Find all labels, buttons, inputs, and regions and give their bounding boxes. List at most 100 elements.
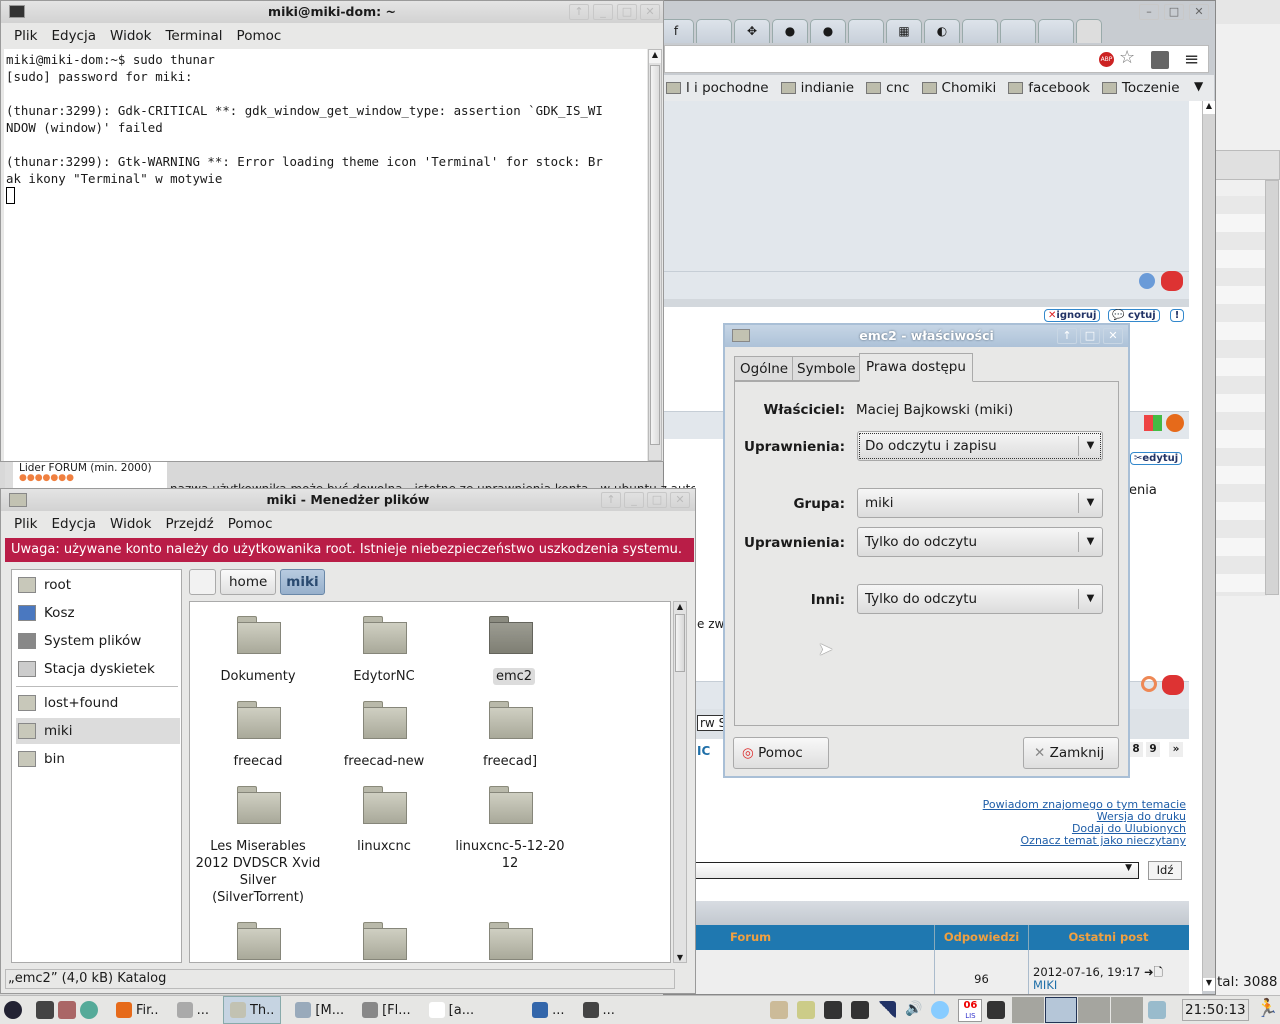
maximize-button[interactable]: □ [617, 4, 637, 20]
folder-icon[interactable] [237, 786, 281, 824]
sidebar-item-system-plik-w[interactable]: System plików [16, 628, 180, 654]
go-button[interactable]: Idź [1148, 861, 1182, 880]
file-item-label[interactable]: freecad [195, 753, 321, 770]
network-tool-icon[interactable] [58, 1001, 76, 1019]
folder-icon[interactable] [237, 616, 281, 654]
folder-icon[interactable] [237, 922, 281, 960]
adblock-icon[interactable]: ABP [1099, 52, 1114, 67]
tux-f-icon[interactable] [824, 1001, 842, 1019]
browser-tab[interactable]: ● [772, 19, 808, 43]
taskbar-task[interactable]: Th.. [222, 996, 282, 1024]
terminal-scrollbar[interactable]: ▲ [648, 49, 662, 461]
folder-icon[interactable] [489, 786, 533, 824]
quote-button[interactable]: 💬 cytuj [1108, 309, 1160, 322]
weather-icon[interactable] [931, 1001, 950, 1019]
tab-permissions[interactable]: Prawa dostępu [859, 353, 973, 382]
file-view[interactable]: Dokumenty EdytorNC emc2 freecad freecad-new f… [189, 601, 671, 963]
menu-pomoc[interactable]: Pomoc [230, 24, 289, 48]
sidebar-item-miki[interactable]: miki [16, 718, 180, 744]
bookmark-item[interactable]: Chomiki [921, 75, 996, 101]
folder-icon[interactable] [363, 786, 407, 824]
sidebar-item-kosz[interactable]: Kosz [16, 600, 180, 626]
calendar-icon[interactable]: 06 LIS [958, 998, 983, 1022]
archive-icon[interactable] [770, 1001, 788, 1019]
bookmark-item[interactable]: cnc [866, 75, 910, 101]
topic-action-link[interactable]: Oznacz temat jako nieczytany [914, 835, 1186, 847]
browser-tab[interactable] [848, 19, 884, 43]
browser-tab[interactable]: ◐ [924, 19, 960, 43]
bookmark-item[interactable]: l i pochodne [666, 75, 769, 101]
folder-icon[interactable] [489, 922, 533, 960]
file-view-scrollbar[interactable]: ▲ ▼ [673, 601, 687, 963]
shade-button[interactable]: ↑ [569, 4, 589, 20]
maximize-button[interactable]: □ [1164, 4, 1184, 20]
file-item-label[interactable]: linuxcnc [321, 838, 447, 855]
ignore-button[interactable]: ✕ignoruj [1044, 309, 1101, 322]
file-item-label[interactable]: Dokumenty [195, 668, 321, 685]
browser-tab[interactable]: ✥ [734, 19, 770, 43]
shade-button[interactable]: ↑ [1057, 328, 1077, 344]
maximize-button[interactable]: □ [647, 492, 667, 508]
browser-tab[interactable] [696, 19, 732, 43]
folder-icon[interactable] [237, 701, 281, 739]
author-link[interactable]: MIKI [1033, 978, 1057, 992]
menu-terminal[interactable]: Terminal [158, 24, 229, 48]
page-link[interactable]: 9 [1146, 742, 1160, 757]
menu-plik[interactable]: Plik [7, 512, 44, 536]
browser-tab[interactable] [962, 19, 998, 43]
workspace-switcher[interactable] [1012, 997, 1144, 1023]
folder-icon[interactable] [489, 616, 533, 654]
minimize-button[interactable]: _ [624, 492, 644, 508]
close-button[interactable]: ✕ [1103, 328, 1123, 344]
folder-icon[interactable] [363, 616, 407, 654]
folder-icon[interactable] [489, 701, 533, 739]
close-button[interactable]: ✕ [1189, 4, 1209, 20]
sidebar-item-bin[interactable]: bin [16, 746, 180, 772]
tux-icon[interactable] [987, 1001, 1006, 1019]
terminal-output[interactable]: miki@miki-dom:~$ sudo thunar [sudo] passw… [4, 49, 647, 461]
page-link[interactable]: 8 [1129, 742, 1143, 757]
tux-t-icon[interactable] [851, 1001, 869, 1019]
folder-icon[interactable] [363, 701, 407, 739]
file-item-label[interactable]: Les Miserables 2012 DVDSCR Xvid Silver (… [195, 838, 321, 906]
sidebar-item-root[interactable]: root [16, 572, 180, 598]
tab-general[interactable]: Ogólne [734, 356, 795, 381]
close-dialog-button[interactable]: ✕ Zamknij [1023, 737, 1119, 769]
file-item-label[interactable]: freecad] [447, 753, 573, 770]
report-button[interactable]: ! [1170, 309, 1184, 322]
menu-przejdź[interactable]: Przejdź [158, 512, 220, 536]
browser-tab[interactable] [1000, 19, 1036, 43]
maximize-button[interactable]: □ [1080, 328, 1100, 344]
browser-tab[interactable]: ● [810, 19, 846, 43]
menu-widok[interactable]: Widok [103, 24, 158, 48]
file-item-label[interactable]: linuxcnc-5-12-20 12 [447, 838, 573, 872]
others-permission-select[interactable]: Tylko do odczytu ▼ [857, 584, 1103, 614]
sidebar-item-stacja-dyskietek[interactable]: Stacja dyskietek [16, 656, 180, 682]
bookmark-item[interactable]: Toczenie [1101, 75, 1180, 101]
clock[interactable]: 21:50:13 [1182, 999, 1249, 1021]
shade-button[interactable]: ↑ [601, 492, 621, 508]
bookmark-item[interactable]: facebook [1008, 75, 1090, 101]
edit-button[interactable]: ✂edytuj [1130, 452, 1183, 465]
forum-jump-select[interactable]: ▼ [694, 862, 1139, 879]
sidebar-item-lost-found[interactable]: lost+found [16, 690, 180, 716]
taskbar-task[interactable]: ... [173, 996, 213, 1024]
browser-launcher-icon[interactable] [80, 1001, 98, 1019]
group-permission-select[interactable]: Tylko do odczytu ▼ [857, 527, 1103, 557]
menu-plik[interactable]: Plik [7, 24, 44, 48]
minimize-button[interactable]: – [1139, 4, 1159, 20]
new-tab-button[interactable] [1076, 19, 1102, 43]
menu-icon[interactable]: ≡ [1184, 49, 1199, 70]
taskbar-task[interactable]: ... [528, 996, 568, 1024]
volume-icon[interactable]: 🔊 [905, 1001, 922, 1019]
taskbar-task[interactable]: [M... [291, 996, 348, 1024]
path-root-button[interactable] [189, 569, 216, 595]
tab-emblems[interactable]: Symbole [792, 356, 861, 381]
bookmark-star-icon[interactable]: ☆ [1119, 47, 1135, 68]
taskbar-task[interactable]: [a... [425, 996, 478, 1024]
bookmarks-overflow-icon[interactable]: ▼ [1194, 79, 1203, 93]
folder-icon[interactable] [363, 922, 407, 960]
clock-settings-icon[interactable] [1148, 1001, 1166, 1019]
scrollbar[interactable] [1265, 180, 1279, 595]
owner-permission-select[interactable]: Do odczytu i zapisu ▼ [857, 431, 1103, 461]
